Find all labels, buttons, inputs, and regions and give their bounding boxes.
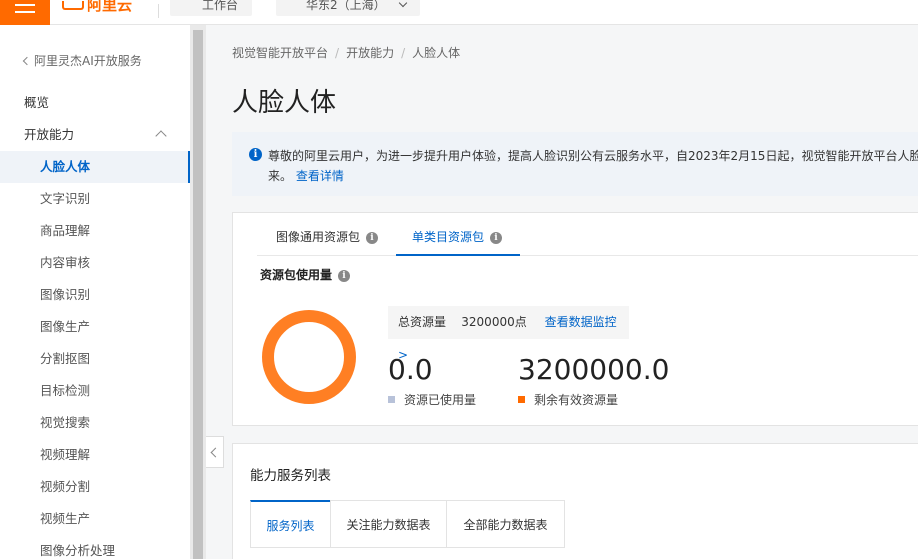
page-title: 人脸人体: [232, 88, 337, 118]
notice-text-continued: 来。: [268, 169, 293, 183]
sidebar-item-visual-search[interactable]: 视觉搜索: [0, 407, 190, 439]
total-resource-box: 总资源量 3200000点 查看数据监控 >: [388, 306, 629, 362]
menu-icon[interactable]: [0, 0, 50, 25]
resource-package-card: 图像通用资源包 i 单类目资源包 i 资源包使用量 i 总资源量 3200000点 查…: [232, 212, 918, 426]
sidebar-item-image-analysis[interactable]: 图像分析处理: [0, 535, 190, 559]
service-list-card: 能力服务列表 服务列表 关注能力数据表 全部能力数据表: [232, 443, 918, 559]
chevron-up-icon: [155, 130, 167, 142]
chevron-left-icon: [22, 56, 32, 66]
breadcrumb-item[interactable]: 视觉智能开放平台: [232, 46, 328, 60]
back-link[interactable]: 阿里灵杰AI开放服务: [22, 52, 142, 69]
sidebar-item-video-segmentation[interactable]: 视频分割: [0, 471, 190, 503]
breadcrumb-separator: /: [335, 46, 340, 60]
sidebar-item-face-body[interactable]: 人脸人体: [0, 151, 190, 183]
resource-tabs: 图像通用资源包 i 单类目资源包 i: [257, 213, 918, 256]
sidebar-item-label: 图像分析处理: [40, 543, 116, 558]
used-value: 0.0: [388, 353, 433, 386]
breadcrumb-item[interactable]: 开放能力: [346, 46, 394, 60]
info-icon: i: [249, 148, 262, 161]
sidebar-item-label: 目标检测: [40, 383, 91, 398]
sidebar-item-overview[interactable]: 概览: [0, 87, 190, 119]
sidebar-item-label: 文字识别: [40, 191, 91, 206]
tab-label: 关注能力数据表: [346, 518, 431, 532]
legend-swatch-remaining: [518, 396, 525, 403]
sidebar-item-image-recognition[interactable]: 图像识别: [0, 279, 190, 311]
workbench-button[interactable]: 工作台: [170, 0, 252, 16]
sidebar-item-label: 概览: [24, 95, 50, 110]
sidebar-item-video-understanding[interactable]: 视频理解: [0, 439, 190, 471]
sidebar-item-label: 分割抠图: [40, 351, 91, 366]
tab-label: 单类目资源包: [412, 230, 485, 244]
sidebar-item-label: 图像生产: [40, 319, 91, 334]
sidebar: 阿里灵杰AI开放服务 概览 开放能力 人脸人体 文字识别 商品理解 内容审核 图…: [0, 25, 190, 559]
breadcrumb-item: 人脸人体: [412, 46, 461, 60]
donut-remaining-ring: [262, 310, 356, 404]
total-label: 总资源量: [398, 315, 447, 329]
sidebar-item-segmentation[interactable]: 分割抠图: [0, 343, 190, 375]
info-icon[interactable]: i: [490, 231, 503, 244]
notice-banner: i 尊敬的阿里云用户，为进一步提升用户体验，提高人脸识别公有云服务水平，自202…: [232, 132, 918, 196]
sidebar-item-label: 图像识别: [40, 287, 91, 302]
sidebar-item-label: 人脸人体: [40, 159, 91, 174]
tab-general-package[interactable]: 图像通用资源包 i: [276, 213, 379, 256]
breadcrumb: 视觉智能开放平台 / 开放能力 / 人脸人体: [232, 44, 460, 61]
sidebar-item-object-detection[interactable]: 目标检测: [0, 375, 190, 407]
legend-used-label: 资源已使用量: [404, 393, 477, 407]
sidebar-item-label: 内容审核: [40, 255, 91, 270]
back-label: 阿里灵杰AI开放服务: [34, 54, 142, 68]
divider: [158, 4, 159, 18]
service-list-title: 能力服务列表: [250, 468, 331, 484]
sidebar-scroll-thumb[interactable]: [193, 30, 203, 559]
region-selector[interactable]: 华东2（上海）: [276, 0, 420, 16]
sidebar-item-label: 视觉搜索: [40, 415, 91, 430]
legend-used: 资源已使用量: [388, 391, 476, 408]
sidebar-item-goods[interactable]: 商品理解: [0, 215, 190, 247]
tab-single-category-package[interactable]: 单类目资源包 i: [396, 213, 520, 256]
legend-swatch-used: [388, 396, 395, 403]
breadcrumb-separator: /: [401, 46, 406, 60]
legend-remaining-label: 剩余有效资源量: [534, 393, 619, 407]
usage-title-text: 资源包使用量: [260, 268, 333, 282]
usage-donut-chart: [262, 310, 356, 404]
sidebar-item-label: 视频理解: [40, 447, 91, 462]
sidebar-item-ocr[interactable]: 文字识别: [0, 183, 190, 215]
tab-label: 图像通用资源包: [276, 230, 361, 244]
chevron-left-icon: [210, 447, 221, 458]
legend-remaining: 剩余有效资源量: [518, 391, 618, 408]
sidebar-collapse-button[interactable]: [206, 436, 224, 468]
top-bar: 阿里云 工作台 华东2（上海）: [0, 0, 918, 25]
total-value: 3200000点: [461, 315, 527, 329]
sidebar-item-label: 视频生产: [40, 511, 91, 526]
sidebar-item-label: 视频分割: [40, 479, 91, 494]
info-icon[interactable]: i: [366, 231, 379, 244]
notice-text: 尊敬的阿里云用户，为进一步提升用户体验，提高人脸识别公有云服务水平，自2023年…: [268, 149, 918, 163]
tab-label: 服务列表: [266, 519, 315, 533]
remaining-value: 3200000.0: [518, 353, 670, 386]
logo-text: 阿里云: [87, 0, 133, 14]
tab-all-capabilities[interactable]: 全部能力数据表: [446, 500, 565, 548]
workbench-label: 工作台: [202, 0, 239, 12]
sidebar-item-video-production[interactable]: 视频生产: [0, 503, 190, 535]
region-label: 华东2（上海）: [306, 0, 386, 12]
chevron-down-icon: [398, 0, 408, 8]
sidebar-item-moderation[interactable]: 内容审核: [0, 247, 190, 279]
aliyun-logo[interactable]: 阿里云: [62, 0, 132, 14]
usage-title: 资源包使用量 i: [260, 266, 351, 283]
sidebar-item-label: 开放能力: [24, 127, 75, 142]
sidebar-item-open-capabilities[interactable]: 开放能力: [0, 119, 190, 151]
tab-service-list[interactable]: 服务列表: [250, 500, 331, 548]
notice-detail-link[interactable]: 查看详情: [296, 169, 344, 183]
sidebar-nav: 概览 开放能力 人脸人体 文字识别 商品理解 内容审核 图像识别 图像生产 分割…: [0, 87, 190, 559]
info-icon[interactable]: i: [338, 269, 351, 282]
sidebar-item-image-production[interactable]: 图像生产: [0, 311, 190, 343]
tab-followed-capabilities[interactable]: 关注能力数据表: [330, 500, 447, 548]
tab-label: 全部能力数据表: [463, 518, 548, 532]
logo-bracket-icon: [62, 1, 84, 10]
sidebar-item-label: 商品理解: [40, 223, 91, 238]
